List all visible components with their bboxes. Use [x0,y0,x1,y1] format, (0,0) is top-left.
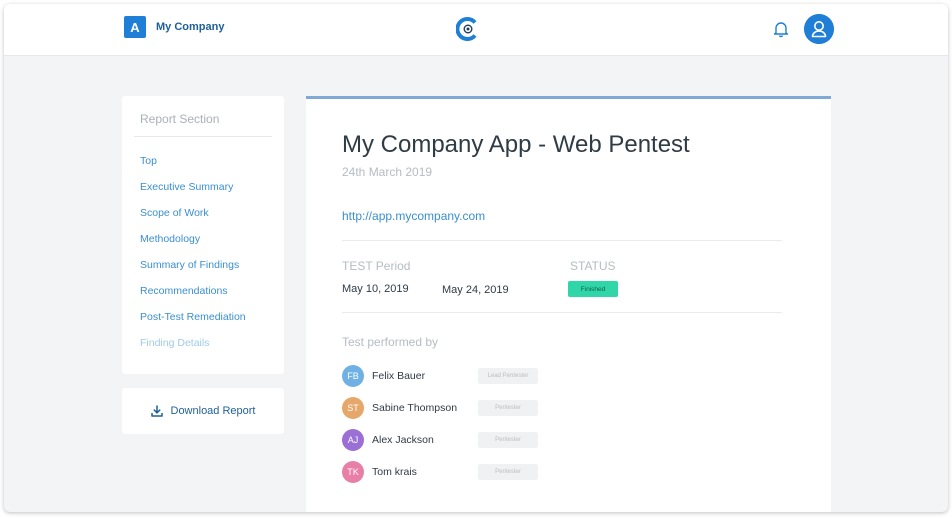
status-label: STATUS [570,259,616,273]
c-lens-logo-icon[interactable] [456,17,480,41]
test-start-date: May 10, 2019 [342,283,409,295]
tester-avatar: TK [342,461,364,483]
divider [134,136,272,137]
tester-name: Alex Jackson [372,434,434,446]
tester-row: ST Sabine Thompson Pentester [342,397,572,421]
test-end-date: May 24, 2019 [442,284,509,296]
user-avatar-icon[interactable] [804,14,834,44]
report-section-nav: Report Section Top Executive Summary Sco… [122,96,284,374]
tester-role-badge: Pentester [478,464,538,480]
tester-row: FB Felix Bauer Lead Pentester [342,365,572,389]
report-section-list: Top Executive Summary Scope of Work Meth… [140,154,246,362]
tester-name: Sabine Thompson [372,402,458,414]
tester-role-badge: Pentester [478,400,538,416]
nav-item-executive-summary[interactable]: Executive Summary [140,180,246,206]
company-name: My Company [156,21,225,33]
report-date: 24th March 2019 [342,165,433,179]
tester-avatar: ST [342,397,364,419]
performed-by-label: Test performed by [342,335,439,349]
company-switcher[interactable]: A My Company [124,16,224,38]
tester-row: AJ Alex Jackson Pentester [342,429,572,453]
tester-avatar: FB [342,365,364,387]
download-icon [150,405,163,417]
company-initial-badge: A [124,16,146,38]
bell-icon[interactable] [772,20,790,38]
status-badge: Finished [568,281,618,297]
tester-avatar: AJ [342,429,364,451]
nav-item-finding-details[interactable]: Finding Details [140,336,246,362]
top-navigation-bar: A My Company [4,4,948,56]
target-url-link[interactable]: http://app.mycompany.com [342,209,485,223]
download-report-button[interactable]: Download Report [122,388,284,434]
tester-role-badge: Lead Pentester [478,368,538,384]
app-window: A My Company Report Section Top Executiv… [4,4,948,512]
nav-item-post-test-remediation[interactable]: Post-Test Remediation [140,310,246,336]
download-report-label: Download Report [170,405,256,417]
tester-row: TK Tom krais Pentester [342,461,572,485]
report-section-title: Report Section [140,112,220,126]
tester-name: Felix Bauer [372,370,426,382]
tester-role-badge: Pentester [478,432,538,448]
report-card: My Company App - Web Pentest 24th March … [306,96,831,512]
nav-item-top[interactable]: Top [140,154,246,180]
report-title: My Company App - Web Pentest [342,131,690,158]
nav-item-summary-of-findings[interactable]: Summary of Findings [140,258,246,284]
nav-item-methodology[interactable]: Methodology [140,232,246,258]
divider [342,312,782,313]
divider [342,240,782,241]
tester-name: Tom krais [372,466,417,478]
nav-item-scope-of-work[interactable]: Scope of Work [140,206,246,232]
nav-item-recommendations[interactable]: Recommendations [140,284,246,310]
test-period-label: TEST Period [342,259,411,273]
